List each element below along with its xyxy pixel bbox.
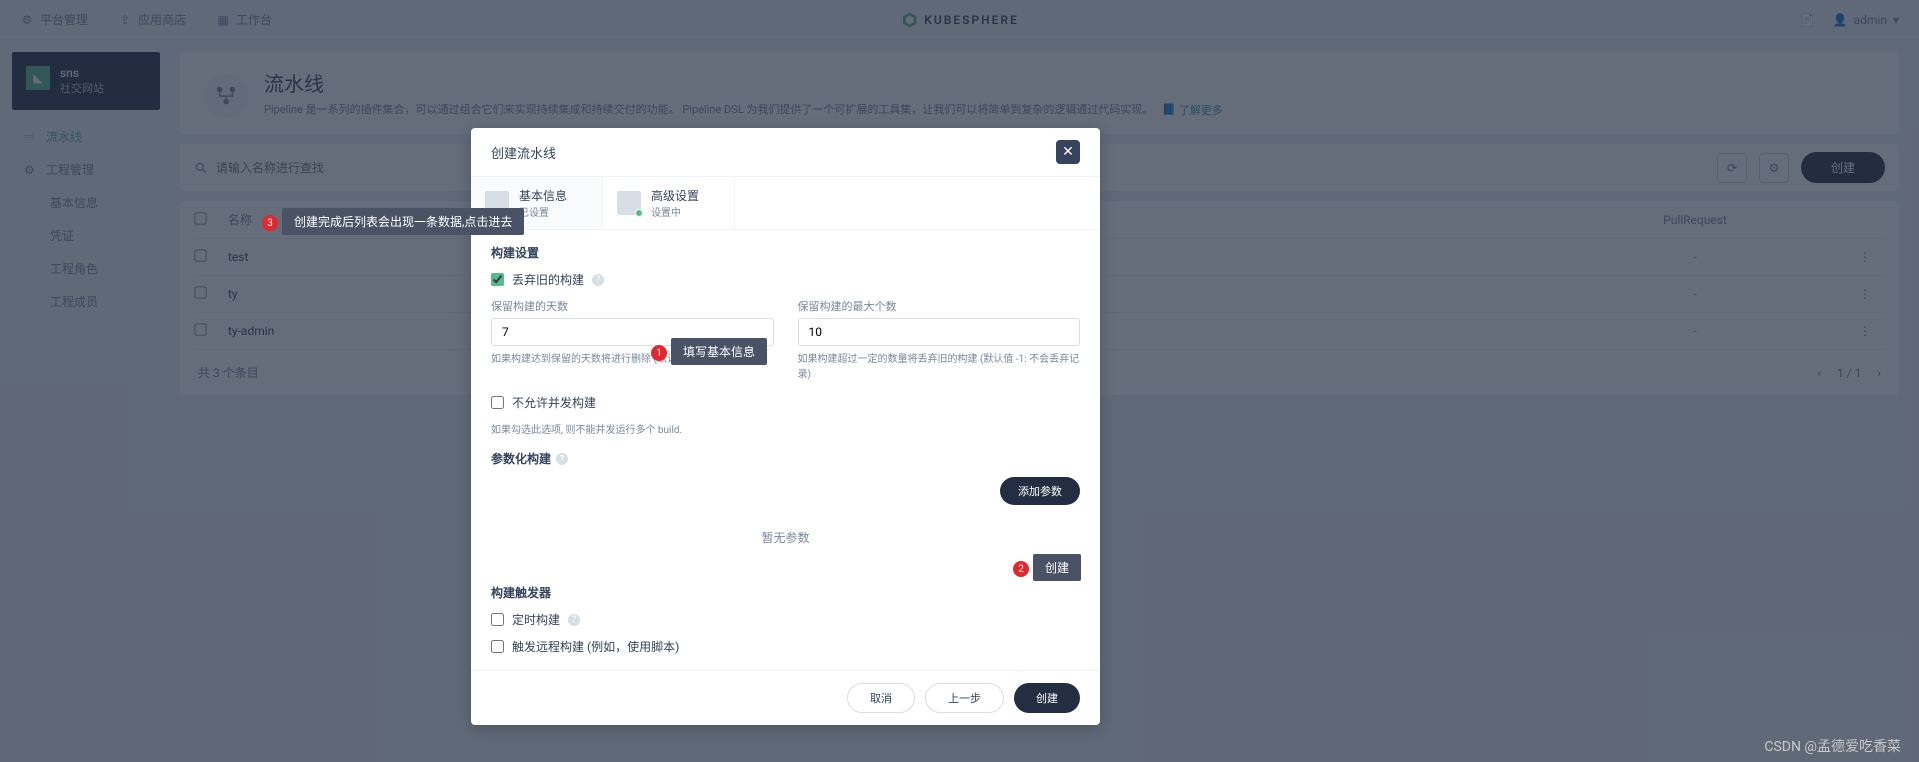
annotation-badge-2: 2 — [1013, 561, 1029, 577]
days-label: 保留构建的天数 — [491, 298, 774, 314]
section-build: 构建设置 — [491, 244, 1080, 261]
max-label: 保留构建的最大个数 — [798, 298, 1081, 314]
empty-param: 暂无参数 — [491, 505, 1080, 570]
noconc-label: 不允许并发构建 — [512, 394, 596, 411]
close-icon[interactable]: ✕ — [1056, 140, 1080, 164]
create-pipeline-modal: 创建流水线 ✕ 基本信息已设置 高级设置设置中 构建设置 丢弃旧的构建 ? 保留… — [471, 128, 1100, 725]
annotation-badge-1: 1 — [651, 345, 667, 361]
annotation-badge-3: 3 — [262, 215, 278, 231]
max-hint: 如果构建超过一定的数量将丢弃旧的构建 (默认值 -1: 不会丢弃记录) — [798, 350, 1081, 380]
tab-advanced[interactable]: 高级设置设置中 — [603, 177, 735, 229]
modal-tabs: 基本信息已设置 高级设置设置中 — [471, 176, 1100, 230]
annotation-tip-2: 创建 — [1033, 554, 1081, 581]
cube-stack-icon — [617, 191, 641, 215]
noconc-hint: 如果勾选此选项, 则不能并发运行多个 build. — [491, 421, 1080, 436]
discard-label: 丢弃旧的构建 — [512, 271, 584, 288]
watermark: CSDN @孟德爱吃香菜 — [1764, 736, 1901, 756]
remote-label: 触发远程构建 (例如，使用脚本) — [512, 638, 679, 655]
modal-title: 创建流水线 — [491, 143, 556, 162]
prev-button[interactable]: 上一步 — [925, 683, 1004, 713]
annotation-tip-3: 创建完成后列表会出现一条数据,点击进去 — [282, 208, 524, 235]
scheduled-checkbox[interactable] — [491, 613, 504, 626]
max-input[interactable] — [798, 318, 1081, 346]
info-icon[interactable]: ? — [592, 274, 604, 286]
remote-checkbox[interactable] — [491, 640, 504, 653]
modal-create-button[interactable]: 创建 — [1014, 683, 1080, 713]
scheduled-label: 定时构建 — [512, 611, 560, 628]
annotation-tip-1: 填写基本信息 — [671, 338, 767, 365]
info-icon[interactable]: ? — [556, 453, 568, 465]
section-param: 参数化构建 ? — [491, 450, 1080, 467]
discard-checkbox[interactable] — [491, 273, 504, 286]
noconcurrent-checkbox[interactable] — [491, 396, 504, 409]
add-param-button[interactable]: 添加参数 — [1000, 477, 1080, 505]
cancel-button[interactable]: 取消 — [847, 683, 915, 713]
info-icon[interactable]: ? — [568, 614, 580, 626]
section-trigger: 构建触发器 — [491, 584, 1080, 601]
